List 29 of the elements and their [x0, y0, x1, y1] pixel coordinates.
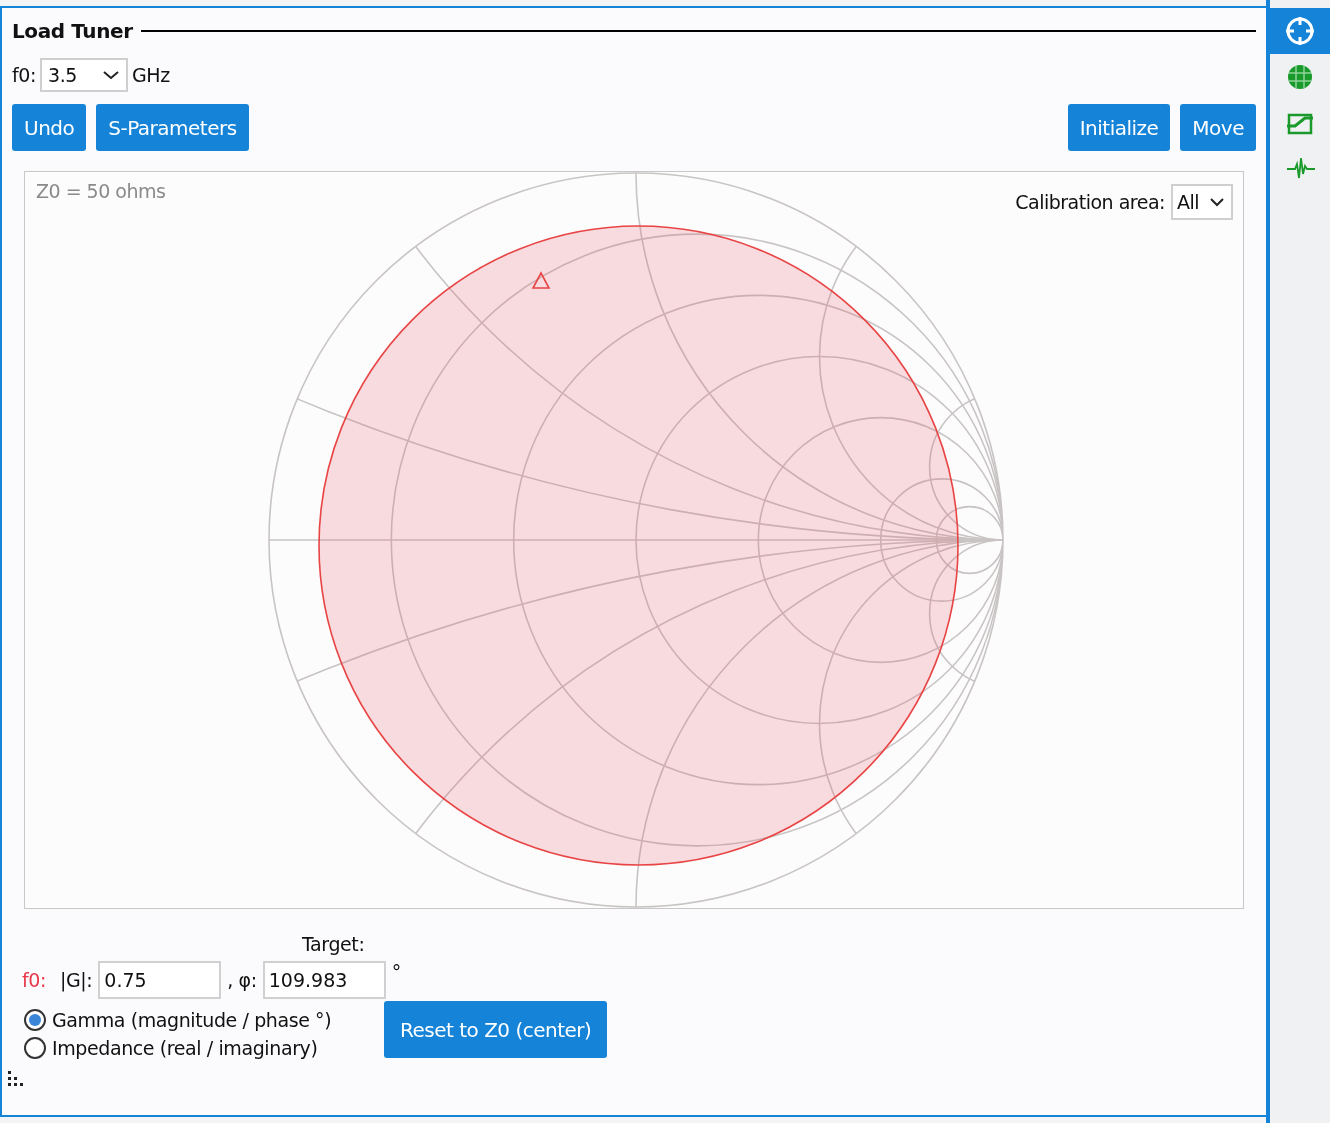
radio-label: Gamma (magnitude / phase °): [52, 1009, 332, 1031]
globe-icon: [1285, 62, 1315, 92]
magnitude-label: |G|:: [60, 969, 93, 991]
frequency-label: f0:: [12, 64, 36, 86]
sidebar-tab[interactable]: [1270, 8, 1330, 54]
magnitude-field[interactable]: 0.75: [98, 961, 222, 999]
calibration-area-dropdown[interactable]: All: [1170, 184, 1233, 220]
z0-label: Z0 = 50 ohms: [36, 180, 166, 202]
calibration-area-label: Calibration area:: [1015, 191, 1165, 213]
toolbar-button[interactable]: Undo: [12, 104, 87, 151]
toolbar-button[interactable]: S-Parameters: [96, 104, 249, 151]
crosshair-icon: [1285, 16, 1315, 46]
radio-label: Impedance (real / imaginary): [52, 1037, 318, 1059]
phase-field[interactable]: 109.983: [262, 961, 386, 999]
toolbar-button[interactable]: Move: [1180, 104, 1256, 151]
radio-button[interactable]: [24, 1037, 46, 1059]
radio-button[interactable]: [24, 1009, 46, 1031]
caret-icon: [102, 70, 120, 80]
degree-unit: °: [391, 961, 401, 983]
frequency-unit: GHz: [132, 64, 170, 86]
target-marker-icon: [531, 271, 551, 289]
target-heading: Target:: [302, 933, 365, 955]
frequency-dropdown[interactable]: 3.5: [40, 58, 128, 92]
caret-icon: [1209, 197, 1225, 207]
panel-title: Load Tuner: [12, 19, 133, 43]
frequency-label: f0:: [22, 969, 46, 991]
phase-label: , φ:: [227, 969, 257, 991]
toolbar-button[interactable]: Initialize: [1067, 104, 1171, 151]
reset-button[interactable]: Reset to Z0 (center): [384, 1001, 608, 1058]
